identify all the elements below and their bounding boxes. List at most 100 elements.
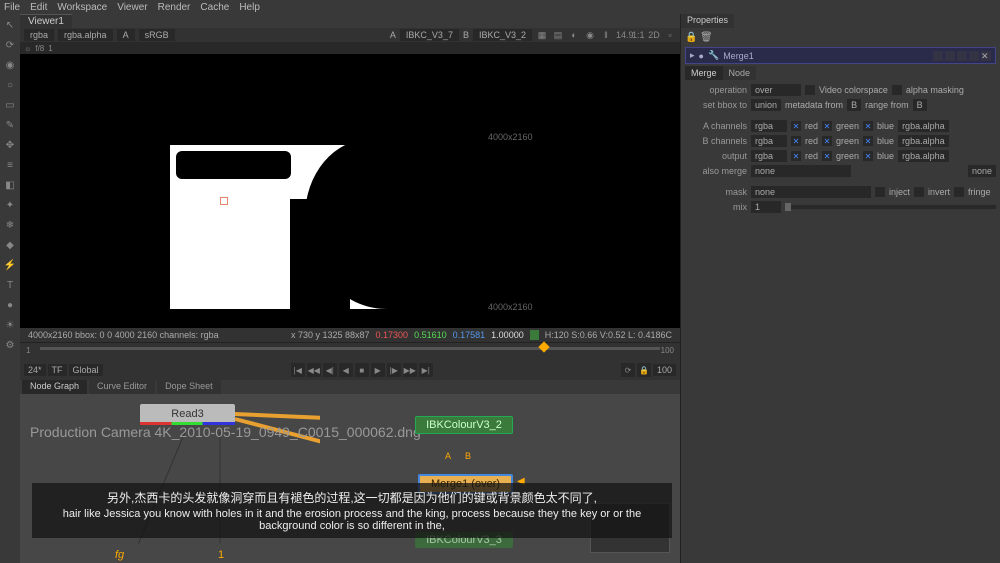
- channel-b[interactable]: rgba.alpha: [58, 29, 113, 41]
- menu-edit[interactable]: Edit: [30, 2, 47, 13]
- a-green-chk[interactable]: ✕: [822, 121, 832, 131]
- alpha-mask-check[interactable]: [892, 85, 902, 95]
- menu-workspace[interactable]: Workspace: [57, 2, 107, 13]
- properties-tab[interactable]: Properties: [681, 14, 734, 28]
- roto-point[interactable]: [220, 197, 228, 205]
- operation-select[interactable]: over: [751, 84, 801, 96]
- node-read[interactable]: Read3: [140, 404, 235, 424]
- pause-icon[interactable]: ‖: [600, 30, 612, 41]
- vb-icon-1[interactable]: ▦: [536, 30, 548, 41]
- vb-icon-2[interactable]: ▤: [552, 30, 564, 41]
- close-icon[interactable]: ✕: [981, 51, 991, 61]
- gain-icon[interactable]: ☼: [24, 44, 31, 53]
- b-alpha-select[interactable]: rgba.alpha: [898, 135, 949, 147]
- gamma-value[interactable]: 14.9: [616, 30, 628, 41]
- inject-chk[interactable]: [875, 187, 885, 197]
- fringe-chk[interactable]: [954, 187, 964, 197]
- node-ibk1[interactable]: IBKColourV3_2: [415, 416, 513, 434]
- gain-val[interactable]: 1: [48, 44, 52, 53]
- prop-trash-icon[interactable]: 🗑: [700, 32, 712, 43]
- vb-icon-3[interactable]: ◐: [568, 30, 580, 41]
- node-wrench-icon[interactable]: 🔧: [708, 50, 719, 61]
- refresh-icon[interactable]: ⟳: [3, 38, 17, 52]
- zoom-value[interactable]: 1:1: [632, 30, 644, 41]
- o-blue-chk[interactable]: ✕: [863, 151, 873, 161]
- o-alpha-select[interactable]: rgba.alpha: [898, 150, 949, 162]
- b-green-chk[interactable]: ✕: [822, 136, 832, 146]
- tab-node-graph[interactable]: Node Graph: [22, 380, 87, 394]
- achan-select[interactable]: rgba: [751, 120, 787, 132]
- hdr-btn-2[interactable]: [945, 51, 955, 61]
- circle-icon[interactable]: ○: [3, 78, 17, 92]
- mix-slider[interactable]: [785, 205, 996, 209]
- move-icon[interactable]: ✥: [3, 138, 17, 152]
- expand-icon[interactable]: ▸: [690, 50, 695, 61]
- skip-end-icon[interactable]: ▶|: [419, 363, 433, 377]
- sun-icon[interactable]: ☀: [3, 318, 17, 332]
- also-merge-select2[interactable]: none: [968, 165, 996, 177]
- viewer-canvas[interactable]: 4000x2160 4000x2160: [20, 54, 680, 328]
- vb-icon-4[interactable]: ◉: [584, 30, 596, 41]
- metadata-select[interactable]: B: [847, 99, 861, 111]
- hdr-btn-4[interactable]: [969, 51, 979, 61]
- skip-start-icon[interactable]: |◀: [291, 363, 305, 377]
- menu-render[interactable]: Render: [158, 2, 191, 13]
- invert-chk[interactable]: [914, 187, 924, 197]
- o-red-chk[interactable]: ✕: [791, 151, 801, 161]
- a-red-chk[interactable]: ✕: [791, 121, 801, 131]
- bchan-select[interactable]: rgba: [751, 135, 787, 147]
- drop-icon[interactable]: ◆: [3, 238, 17, 252]
- play-icon[interactable]: ▶: [371, 363, 385, 377]
- globe-icon[interactable]: ◉: [3, 58, 17, 72]
- node-header[interactable]: ▸ ● 🔧 Merge1 ✕: [685, 47, 996, 64]
- cube-icon[interactable]: ◧: [3, 178, 17, 192]
- tab-curve-editor[interactable]: Curve Editor: [89, 380, 155, 394]
- b-blue-chk[interactable]: ✕: [863, 136, 873, 146]
- colorspace[interactable]: sRGB: [139, 29, 175, 41]
- b-red-chk[interactable]: ✕: [791, 136, 801, 146]
- tf-field[interactable]: TF: [48, 364, 67, 376]
- hdr-btn-1[interactable]: [933, 51, 943, 61]
- a-blue-chk[interactable]: ✕: [863, 121, 873, 131]
- lock-icon[interactable]: 🔒: [637, 363, 651, 377]
- stop-icon[interactable]: ■: [355, 363, 369, 377]
- step-fwd-icon[interactable]: ▶▶: [403, 363, 417, 377]
- spark-icon[interactable]: ✦: [3, 198, 17, 212]
- snow-icon[interactable]: ❄: [3, 218, 17, 232]
- layers-icon[interactable]: ≡: [3, 158, 17, 172]
- hdr-btn-3[interactable]: [957, 51, 967, 61]
- tl-track[interactable]: [40, 347, 660, 350]
- gain-field[interactable]: f/8: [35, 44, 44, 53]
- bbox-select[interactable]: union: [751, 99, 781, 111]
- 2d-mode[interactable]: 2D: [648, 30, 660, 41]
- scope-field[interactable]: Global: [69, 364, 103, 376]
- play-back-icon[interactable]: ◀: [339, 363, 353, 377]
- channel-mode[interactable]: A: [117, 29, 135, 41]
- fps-field[interactable]: 24*: [24, 364, 46, 376]
- subtab-node[interactable]: Node: [723, 66, 757, 80]
- vb-icon-5[interactable]: ▫: [664, 30, 676, 41]
- next-frame-icon[interactable]: |▶: [387, 363, 401, 377]
- a-alpha-select[interactable]: rgba.alpha: [898, 120, 949, 132]
- range-select[interactable]: B: [913, 99, 927, 111]
- viewer-tab[interactable]: Viewer1: [20, 14, 72, 28]
- pen-icon[interactable]: ✎: [3, 118, 17, 132]
- prev-frame-icon[interactable]: ◀|: [323, 363, 337, 377]
- mask-select[interactable]: none: [751, 186, 871, 198]
- also-merge-select[interactable]: none: [751, 165, 851, 177]
- tab-dope-sheet[interactable]: Dope Sheet: [157, 380, 221, 394]
- menu-viewer[interactable]: Viewer: [117, 2, 147, 13]
- o-green-chk[interactable]: ✕: [822, 151, 832, 161]
- text-icon[interactable]: T: [3, 278, 17, 292]
- channel-a[interactable]: rgba: [24, 29, 54, 41]
- loop-icon[interactable]: ⟳: [621, 363, 635, 377]
- pointer-icon[interactable]: ↖: [3, 18, 17, 32]
- step-back-icon[interactable]: ◀◀: [307, 363, 321, 377]
- rect-icon[interactable]: ▭: [3, 98, 17, 112]
- prop-lock-icon[interactable]: 🔒: [685, 32, 697, 43]
- input-b[interactable]: IBKC_V3_2: [473, 29, 532, 41]
- wand-icon[interactable]: ⚡: [3, 258, 17, 272]
- dot-icon[interactable]: ●: [3, 298, 17, 312]
- mix-field[interactable]: 1: [751, 201, 781, 213]
- output-select[interactable]: rgba: [751, 150, 787, 162]
